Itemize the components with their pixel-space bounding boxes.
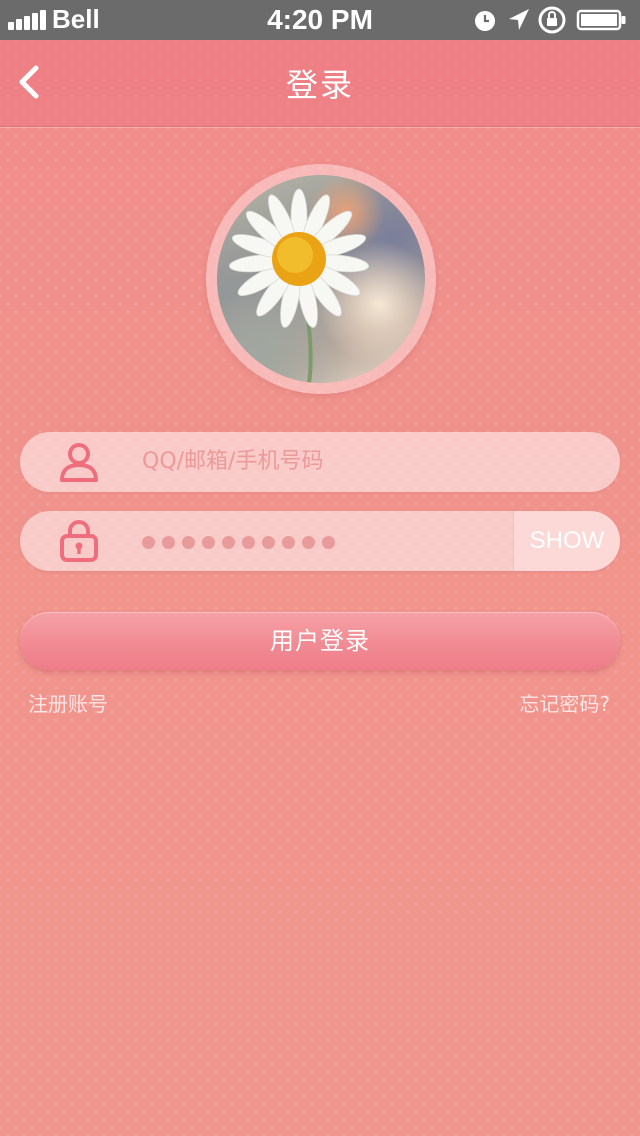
password-masked-value: [142, 534, 342, 549]
avatar[interactable]: [206, 164, 436, 394]
login-button[interactable]: 用户登录: [20, 612, 620, 670]
location-arrow-icon: [509, 9, 529, 30]
forgot-password-link[interactable]: 忘记密码?: [519, 688, 610, 717]
rotation-lock-icon: [538, 6, 566, 34]
username-placeholder: QQ/邮箱/手机号码: [142, 449, 324, 474]
status-bar: Bell 4:20 PM: [0, 0, 640, 40]
username-field[interactable]: QQ/邮箱/手机号码: [20, 432, 620, 492]
status-icons: [472, 6, 632, 34]
register-link[interactable]: 注册账号: [28, 688, 108, 717]
user-icon: [60, 443, 98, 482]
password-field[interactable]: SHOW: [20, 511, 620, 571]
page-title: 登录: [285, 66, 354, 104]
battery-icon: [576, 9, 626, 31]
lock-icon: [60, 520, 98, 562]
navigation-bar: 登录: [0, 40, 640, 127]
avatar-image: [217, 175, 425, 383]
login-screen: 登录 QQ/邮箱/手机号码 SHOW 用户登录 注册账号 忘记密码?: [0, 40, 640, 1136]
alarm-icon: [475, 11, 495, 31]
daisy-flower-icon: [228, 188, 370, 383]
show-password-button[interactable]: SHOW: [513, 511, 620, 571]
